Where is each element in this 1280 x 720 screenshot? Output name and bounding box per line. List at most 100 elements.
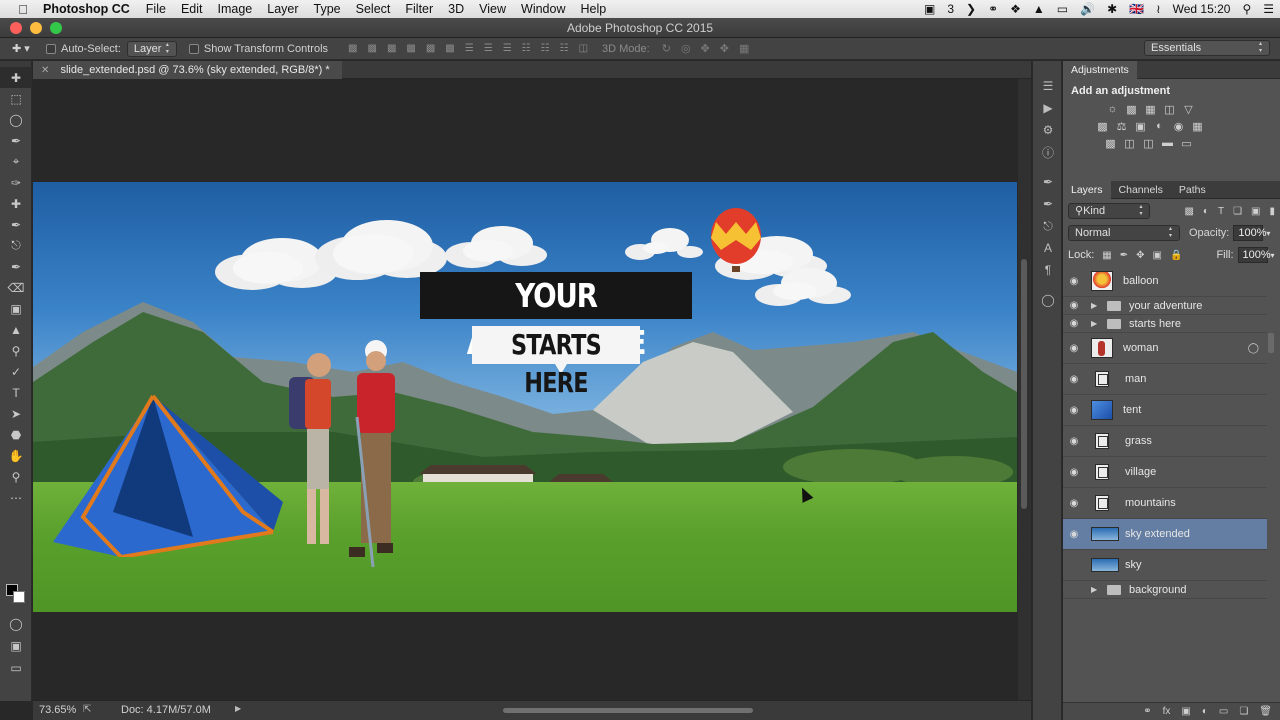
app-name-menu[interactable]: Photoshop CC bbox=[43, 2, 130, 16]
menu-layer[interactable]: Layer bbox=[267, 2, 298, 16]
visibility-eye-icon[interactable]: ◉ bbox=[1063, 343, 1085, 354]
invert-icon[interactable]: ▩ bbox=[1101, 137, 1120, 150]
pen-tool-icon[interactable]: ✓ bbox=[0, 361, 32, 382]
dodge-tool-icon[interactable]: ⚲ bbox=[0, 340, 32, 361]
3d-orbit-icon[interactable]: ↻ bbox=[662, 42, 671, 55]
menu-view[interactable]: View bbox=[479, 2, 506, 16]
document-tab[interactable]: ✕ slide_extended.psd @ 73.6% (sky extend… bbox=[33, 61, 342, 79]
add-mask-icon[interactable]: ▣ bbox=[1181, 706, 1190, 717]
new-group-icon[interactable]: ▭ bbox=[1219, 706, 1228, 717]
spotlight-search-icon[interactable]: ⚲ bbox=[1242, 2, 1251, 16]
levels-icon[interactable]: ▩ bbox=[1122, 103, 1141, 116]
posterize-icon[interactable]: ◫ bbox=[1120, 137, 1139, 150]
layer-row[interactable]: ◉ village bbox=[1063, 457, 1267, 488]
crop-tool-icon[interactable]: ⌖ bbox=[0, 151, 32, 172]
auto-select-dropdown[interactable]: Layer bbox=[126, 40, 177, 57]
wifi-icon[interactable]: ≀ bbox=[1156, 2, 1161, 16]
layer-name[interactable]: your adventure bbox=[1129, 300, 1202, 312]
close-document-icon[interactable]: ✕ bbox=[41, 65, 49, 76]
layer-row-selected[interactable]: ◉ sky extended bbox=[1063, 519, 1267, 550]
visibility-eye-icon[interactable]: ◉ bbox=[1063, 498, 1085, 509]
auto-align-icon[interactable]: ◫ bbox=[579, 43, 588, 54]
align-vcenter-icon[interactable]: ▩ bbox=[367, 43, 376, 54]
layer-name[interactable]: sky extended bbox=[1125, 528, 1190, 540]
threshold-icon[interactable]: ◫ bbox=[1139, 137, 1158, 150]
screen-record-icon[interactable]: ▣ bbox=[924, 2, 935, 16]
close-window-button[interactable] bbox=[10, 22, 22, 34]
clone-source-icon[interactable]: ⎋ bbox=[1033, 215, 1063, 237]
layer-name[interactable]: village bbox=[1125, 466, 1156, 478]
layer-name[interactable]: background bbox=[1129, 584, 1187, 596]
lock-image-icon[interactable]: ✒ bbox=[1120, 250, 1128, 261]
notification-count[interactable]: 3 bbox=[947, 2, 954, 16]
lasso-tool-icon[interactable]: ◯ bbox=[0, 109, 32, 130]
screen-mode-icon[interactable]: ▣ bbox=[0, 635, 32, 656]
distribute-top-icon[interactable]: ☰ bbox=[465, 43, 474, 54]
forward-icon[interactable]: ❯ bbox=[966, 2, 976, 16]
fill-slider-arrow-icon[interactable]: ▾ bbox=[1271, 251, 1275, 260]
visibility-eye-icon[interactable]: ◉ bbox=[1063, 584, 1085, 595]
visibility-eye-icon[interactable]: ◉ bbox=[1063, 529, 1085, 540]
layer-group-row[interactable]: ◉ ▶ starts here bbox=[1063, 315, 1267, 333]
dropbox-icon[interactable]: ❖ bbox=[1010, 2, 1021, 16]
3d-panel-icon[interactable]: ◯ bbox=[1033, 289, 1063, 311]
layer-row[interactable]: ◉ grass bbox=[1063, 426, 1267, 457]
path-selection-tool-icon[interactable]: ➤ bbox=[0, 403, 32, 424]
delete-layer-icon[interactable]: 🗑 bbox=[1259, 706, 1272, 717]
zoom-level[interactable]: 73.65% bbox=[39, 704, 76, 716]
hue-saturation-icon[interactable]: ▩ bbox=[1093, 120, 1112, 133]
quick-select-tool-icon[interactable]: ✒ bbox=[0, 130, 32, 151]
drive-icon[interactable]: ▲ bbox=[1033, 2, 1045, 16]
shape-tool-icon[interactable]: ⬣ bbox=[0, 424, 32, 445]
flag-icon[interactable]: 🇬🇧 bbox=[1129, 2, 1144, 16]
actions-panel-icon[interactable]: ▶ bbox=[1033, 97, 1063, 119]
blur-tool-icon[interactable]: ▲ bbox=[0, 319, 32, 340]
layer-row[interactable]: ◉ balloon bbox=[1063, 266, 1267, 297]
menu-select[interactable]: Select bbox=[356, 2, 391, 16]
align-bottom-icon[interactable]: ▩ bbox=[387, 43, 396, 54]
lock-position-icon[interactable]: ✥ bbox=[1136, 250, 1144, 261]
brush-tool-icon[interactable]: ✒ bbox=[0, 214, 32, 235]
new-adjustment-layer-icon[interactable]: ◐ bbox=[1202, 706, 1208, 717]
layer-name[interactable]: mountains bbox=[1125, 497, 1176, 509]
status-menu-arrow-icon[interactable]: ▶ bbox=[235, 704, 241, 713]
menu-image[interactable]: Image bbox=[218, 2, 253, 16]
exposure-icon[interactable]: ◫ bbox=[1160, 103, 1179, 116]
apple-icon[interactable]:  bbox=[15, 2, 31, 17]
more-tools-icon[interactable]: ⋯ bbox=[0, 487, 32, 508]
layer-name[interactable]: balloon bbox=[1123, 275, 1158, 287]
clock[interactable]: Wed 15:20 bbox=[1173, 2, 1231, 16]
menu-file[interactable]: File bbox=[146, 2, 166, 16]
minimize-window-button[interactable] bbox=[30, 22, 42, 34]
align-top-icon[interactable]: ▩ bbox=[348, 43, 357, 54]
gradient-tool-icon[interactable]: ▣ bbox=[0, 298, 32, 319]
layer-row[interactable]: ◉ sky bbox=[1063, 550, 1267, 581]
channels-tab[interactable]: Channels bbox=[1111, 181, 1171, 199]
lock-all-icon[interactable]: 🔒 bbox=[1170, 250, 1182, 261]
color-balance-icon[interactable]: ⚖ bbox=[1112, 120, 1131, 133]
export-icon[interactable]: ⇱ bbox=[83, 704, 91, 715]
notification-center-icon[interactable]: ☰ bbox=[1263, 2, 1274, 16]
visibility-eye-icon[interactable]: ◉ bbox=[1063, 405, 1085, 416]
layer-name[interactable]: starts here bbox=[1129, 318, 1181, 330]
visibility-eye-icon[interactable]: ◉ bbox=[1063, 276, 1085, 287]
distribute-vcenter-icon[interactable]: ☰ bbox=[484, 43, 493, 54]
layer-row[interactable]: ◉ man bbox=[1063, 364, 1267, 395]
adjustments-tab[interactable]: Adjustments bbox=[1063, 60, 1137, 79]
align-hcenter-icon[interactable]: ▩ bbox=[426, 43, 435, 54]
filter-type-icon[interactable]: T bbox=[1218, 206, 1224, 217]
new-layer-icon[interactable]: ❏ bbox=[1239, 706, 1248, 717]
layer-group-row[interactable]: ◉ ▶ your adventure bbox=[1063, 297, 1267, 315]
color-lookup-icon[interactable]: ▦ bbox=[1188, 120, 1207, 133]
type-tool-icon[interactable]: T bbox=[0, 382, 32, 403]
clone-stamp-tool-icon[interactable]: ⎋ bbox=[0, 235, 32, 256]
gradient-map-icon[interactable]: ▬ bbox=[1158, 137, 1177, 150]
history-brush-tool-icon[interactable]: ✒ bbox=[0, 256, 32, 277]
fill-input[interactable]: 100% bbox=[1237, 247, 1271, 263]
horizontal-scroll-thumb[interactable] bbox=[503, 708, 753, 713]
curves-icon[interactable]: ▦ bbox=[1141, 103, 1160, 116]
layer-name[interactable]: man bbox=[1125, 373, 1146, 385]
canvas-area[interactable]: YOUR ADVENTURE STARTS HERE bbox=[33, 79, 1018, 700]
layer-style-icon[interactable]: fx bbox=[1163, 706, 1171, 717]
properties-panel-icon[interactable]: ⚙ bbox=[1033, 119, 1063, 141]
